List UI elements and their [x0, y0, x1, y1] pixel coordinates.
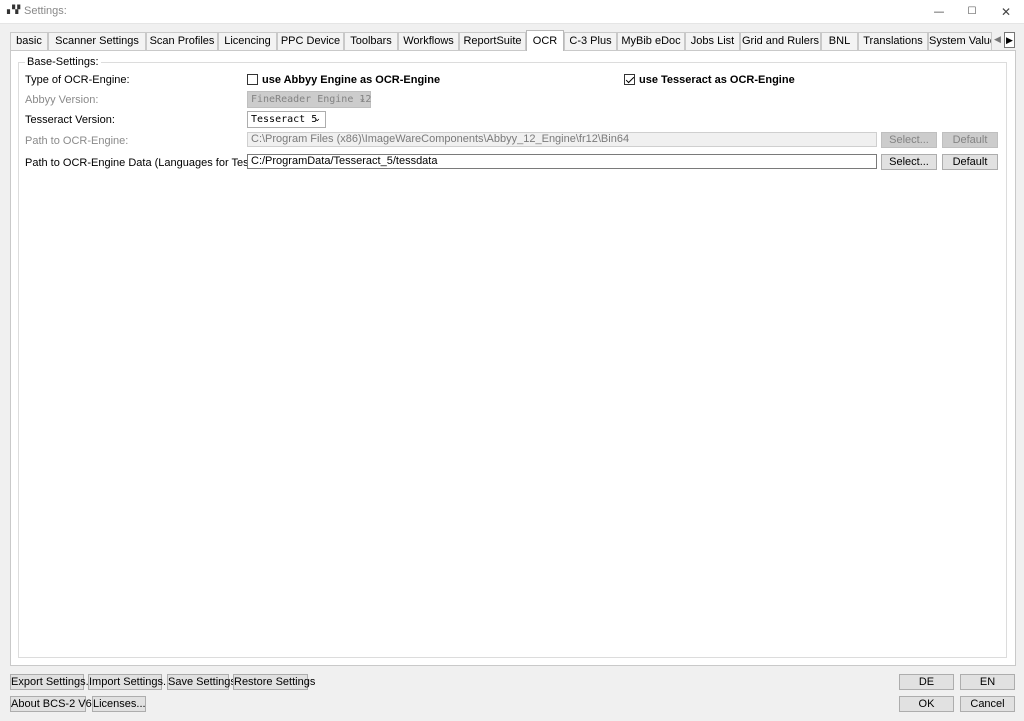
tab-bnl[interactable]: BNL — [821, 32, 858, 50]
base-settings-group — [18, 62, 1007, 658]
ocr-engine-path-default-button: Default — [942, 132, 998, 148]
save-settings-button[interactable]: Save Settings — [167, 674, 236, 690]
tab-mybib-edoc[interactable]: MyBib eDoc — [617, 32, 685, 50]
restore-settings-button[interactable]: Restore Settings — [233, 674, 315, 690]
cancel-button[interactable]: Cancel — [960, 696, 1015, 712]
abbyy-version-label: Abbyy Version: — [25, 94, 99, 106]
tab-strip: basic Scanner Settings Scan Profiles Lic… — [10, 30, 1016, 51]
tab-basic[interactable]: basic — [10, 32, 48, 50]
minimize-button[interactable]: — — [922, 0, 956, 24]
language-de-button[interactable]: DE — [899, 674, 954, 690]
language-en-button[interactable]: EN — [960, 674, 1015, 690]
ocr-data-path-default-button[interactable]: Default — [942, 154, 998, 170]
close-button[interactable]: ✕ — [989, 0, 1023, 24]
ocr-engine-path-field: C:\Program Files (x86)\ImageWareComponen… — [247, 132, 877, 147]
tab-licencing[interactable]: Licencing — [218, 32, 277, 50]
tab-system-values[interactable]: System Values — [928, 32, 992, 50]
tab-ppc-device[interactable]: PPC Device — [277, 32, 344, 50]
ocr-engine-type-label: Type of OCR-Engine: — [25, 74, 130, 86]
app-icon: ▖▚▘ — [7, 5, 24, 14]
ocr-engine-path-select-button: Select... — [881, 132, 937, 148]
tesseract-version-value: Tesseract 5 — [251, 114, 318, 125]
export-settings-button[interactable]: Export Settings... — [10, 674, 95, 690]
tab-scroll-left-icon[interactable]: ◀ — [992, 32, 1003, 48]
ocr-data-path-select-button[interactable]: Select... — [881, 154, 937, 170]
tesseract-engine-checkbox-label: use Tesseract as OCR-Engine — [639, 73, 795, 86]
abbyy-version-value: FineReader Engine 12 — [251, 94, 372, 105]
licenses-button[interactable]: Licenses... — [92, 696, 146, 712]
abbyy-version-select: FineReader Engine 12 ⌄ — [247, 91, 371, 108]
tab-grid-and-rulers[interactable]: Grid and Rulers — [740, 32, 821, 50]
chevron-down-icon: ⌄ — [358, 94, 366, 104]
abbyy-engine-checkbox-row[interactable]: use Abbyy Engine as OCR-Engine — [247, 73, 440, 86]
tab-scroll-right-icon[interactable]: ▶ — [1004, 32, 1015, 48]
title-bar: ▖▚▘ Settings: — ☐ ✕ — [0, 0, 1024, 24]
tab-scan-profiles[interactable]: Scan Profiles — [146, 32, 218, 50]
tesseract-engine-checkbox[interactable] — [624, 74, 635, 85]
base-settings-title: Base-Settings: — [25, 56, 101, 68]
maximize-button[interactable]: ☐ — [955, 0, 989, 24]
tab-translations[interactable]: Translations — [858, 32, 928, 50]
ocr-engine-path-label: Path to OCR-Engine: — [25, 135, 129, 147]
ok-button[interactable]: OK — [899, 696, 954, 712]
tab-ocr[interactable]: OCR — [526, 30, 564, 51]
tesseract-engine-checkbox-row[interactable]: use Tesseract as OCR-Engine — [624, 73, 795, 86]
tab-c3-plus[interactable]: C-3 Plus — [564, 32, 617, 50]
abbyy-engine-checkbox[interactable] — [247, 74, 258, 85]
window-title: Settings: — [24, 5, 67, 17]
chevron-down-icon: ⌄ — [313, 114, 321, 124]
tesseract-version-label: Tesseract Version: — [25, 114, 115, 126]
tab-toolbars[interactable]: Toolbars — [344, 32, 398, 50]
tab-workflows[interactable]: Workflows — [398, 32, 459, 50]
ocr-data-path-field[interactable]: C:/ProgramData/Tesseract_5/tessdata — [247, 154, 877, 169]
tab-scanner-settings[interactable]: Scanner Settings — [48, 32, 146, 50]
abbyy-engine-checkbox-label: use Abbyy Engine as OCR-Engine — [262, 73, 441, 86]
about-button[interactable]: About BCS-2 V6... — [10, 696, 101, 712]
import-settings-button[interactable]: Import Settings... — [88, 674, 172, 690]
tesseract-version-select[interactable]: Tesseract 5 ⌄ — [247, 111, 326, 128]
tab-jobs-list[interactable]: Jobs List — [685, 32, 740, 50]
tab-reportsuite[interactable]: ReportSuite — [459, 32, 526, 50]
